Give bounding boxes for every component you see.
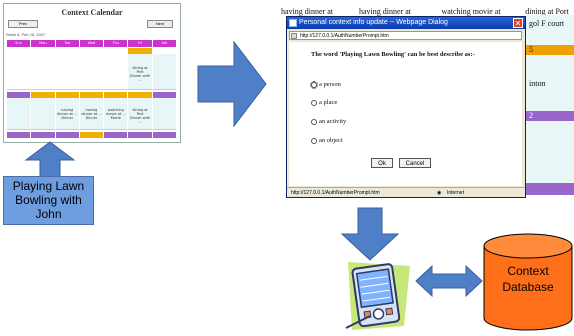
bg-snippet: gol F court [529, 19, 565, 28]
cancel-button[interactable]: Cancel [399, 158, 431, 168]
calendar-thumbnail: Context Calendar Prev Next Week 8, Feb 1… [3, 3, 181, 143]
event-sub: Movie [110, 116, 121, 120]
option-label: a place [319, 99, 338, 106]
page-icon [289, 19, 297, 27]
option-label: a person [319, 81, 341, 88]
week-row: having dinner at ... Dinner having dinner… [7, 98, 177, 130]
context-caption: Playing Lawn Bowling with John [3, 176, 94, 225]
event-sub: Dinner with ... [129, 116, 151, 124]
dialog-titlebar: Personal context info update -- Webpage … [287, 17, 525, 29]
option-object[interactable]: an object [311, 137, 343, 144]
arrow-down-icon [340, 207, 400, 261]
prev-button[interactable]: Prev [8, 20, 38, 28]
option-person[interactable]: a person [310, 80, 341, 89]
radio-button[interactable] [311, 118, 317, 125]
day-header-sat: Sat [152, 40, 177, 47]
option-place[interactable]: a place [311, 99, 337, 106]
column-header: having dinner at [281, 7, 333, 16]
dialog-question: The word 'Playing Lawn Bowling' can be b… [311, 51, 475, 58]
event-label: dining at Port [132, 108, 148, 116]
bg-snippet: 5 [529, 45, 533, 54]
event-label: having dinner at ... [57, 108, 78, 116]
radio-button[interactable] [311, 99, 317, 106]
calendar-event[interactable]: dining at Port Dinner with ... [128, 54, 153, 90]
week-strip [7, 132, 177, 138]
day-header-tue: Tue [55, 40, 80, 47]
status-url: http://127.0.0.1/AuthNumberPrompt.htm [291, 190, 380, 196]
ok-button[interactable]: Ok [371, 158, 393, 168]
dialog-content: The word 'Playing Lawn Bowling' can be b… [289, 42, 522, 186]
day-header-wed: Wed [79, 40, 105, 47]
event-sub: Dinner [85, 116, 98, 120]
bg-snippet: inton [529, 79, 546, 88]
address-bar: http://127.0.0.1/AuthNumberPrompt.htm [289, 31, 522, 40]
event-label: having dinner at ... [81, 108, 102, 116]
close-icon[interactable]: ✕ [513, 18, 523, 28]
double-arrow-icon [415, 264, 483, 298]
calendar-title: Context Calendar [61, 8, 123, 17]
bg-snippet: 2 [529, 111, 533, 120]
column-header: watching movie at [441, 7, 501, 16]
radio-button[interactable] [310, 80, 318, 89]
globe-icon: ◉ [437, 190, 442, 196]
day-header-thu: Thu [104, 40, 129, 47]
day-header-fri: Fri [128, 40, 153, 47]
status-zone: Internet [447, 190, 464, 196]
event-sub: Dinner with ... [129, 74, 151, 82]
calendar-day-header: Sun Mon Tue Wed Thu Fri Sat [7, 40, 177, 47]
day-header-mon: Mon [31, 40, 56, 47]
option-label: an activity [319, 118, 347, 125]
column-header: having dinner at [359, 7, 411, 16]
arrow-up-icon [24, 141, 76, 178]
radio-button[interactable] [311, 137, 317, 144]
status-bar: http://127.0.0.1/AuthNumberPrompt.htm ◉ … [287, 187, 525, 197]
day-header-sun: Sun [7, 40, 32, 47]
event-label: watching movie at ... [105, 108, 126, 116]
calendar-event[interactable]: dining at Port Dinner with ... [128, 98, 153, 130]
calendar-event[interactable]: having dinner at ... Dinner [79, 98, 105, 130]
arrow-right-icon [197, 40, 267, 128]
next-button[interactable]: Next [147, 20, 173, 28]
dialog-title: Personal context info update -- Webpage … [299, 19, 448, 26]
context-dialog: Personal context info update -- Webpage … [286, 16, 526, 198]
option-activity[interactable]: an activity [311, 118, 346, 125]
event-sub: Dinner [61, 116, 74, 120]
week-row: dining at Port Dinner with ... [7, 54, 177, 90]
page-icon [291, 33, 297, 39]
option-label: an object [319, 137, 343, 144]
calendar-event[interactable]: watching movie at ... Movie [104, 98, 129, 130]
calendar-subtitle: Week 8, Feb 18, 2007 [6, 32, 46, 37]
database-label: Context Database [502, 264, 554, 294]
pda-icon [345, 262, 410, 330]
calendar-event[interactable]: having dinner at ... Dinner [55, 98, 80, 130]
event-label: dining at Port [132, 66, 148, 74]
